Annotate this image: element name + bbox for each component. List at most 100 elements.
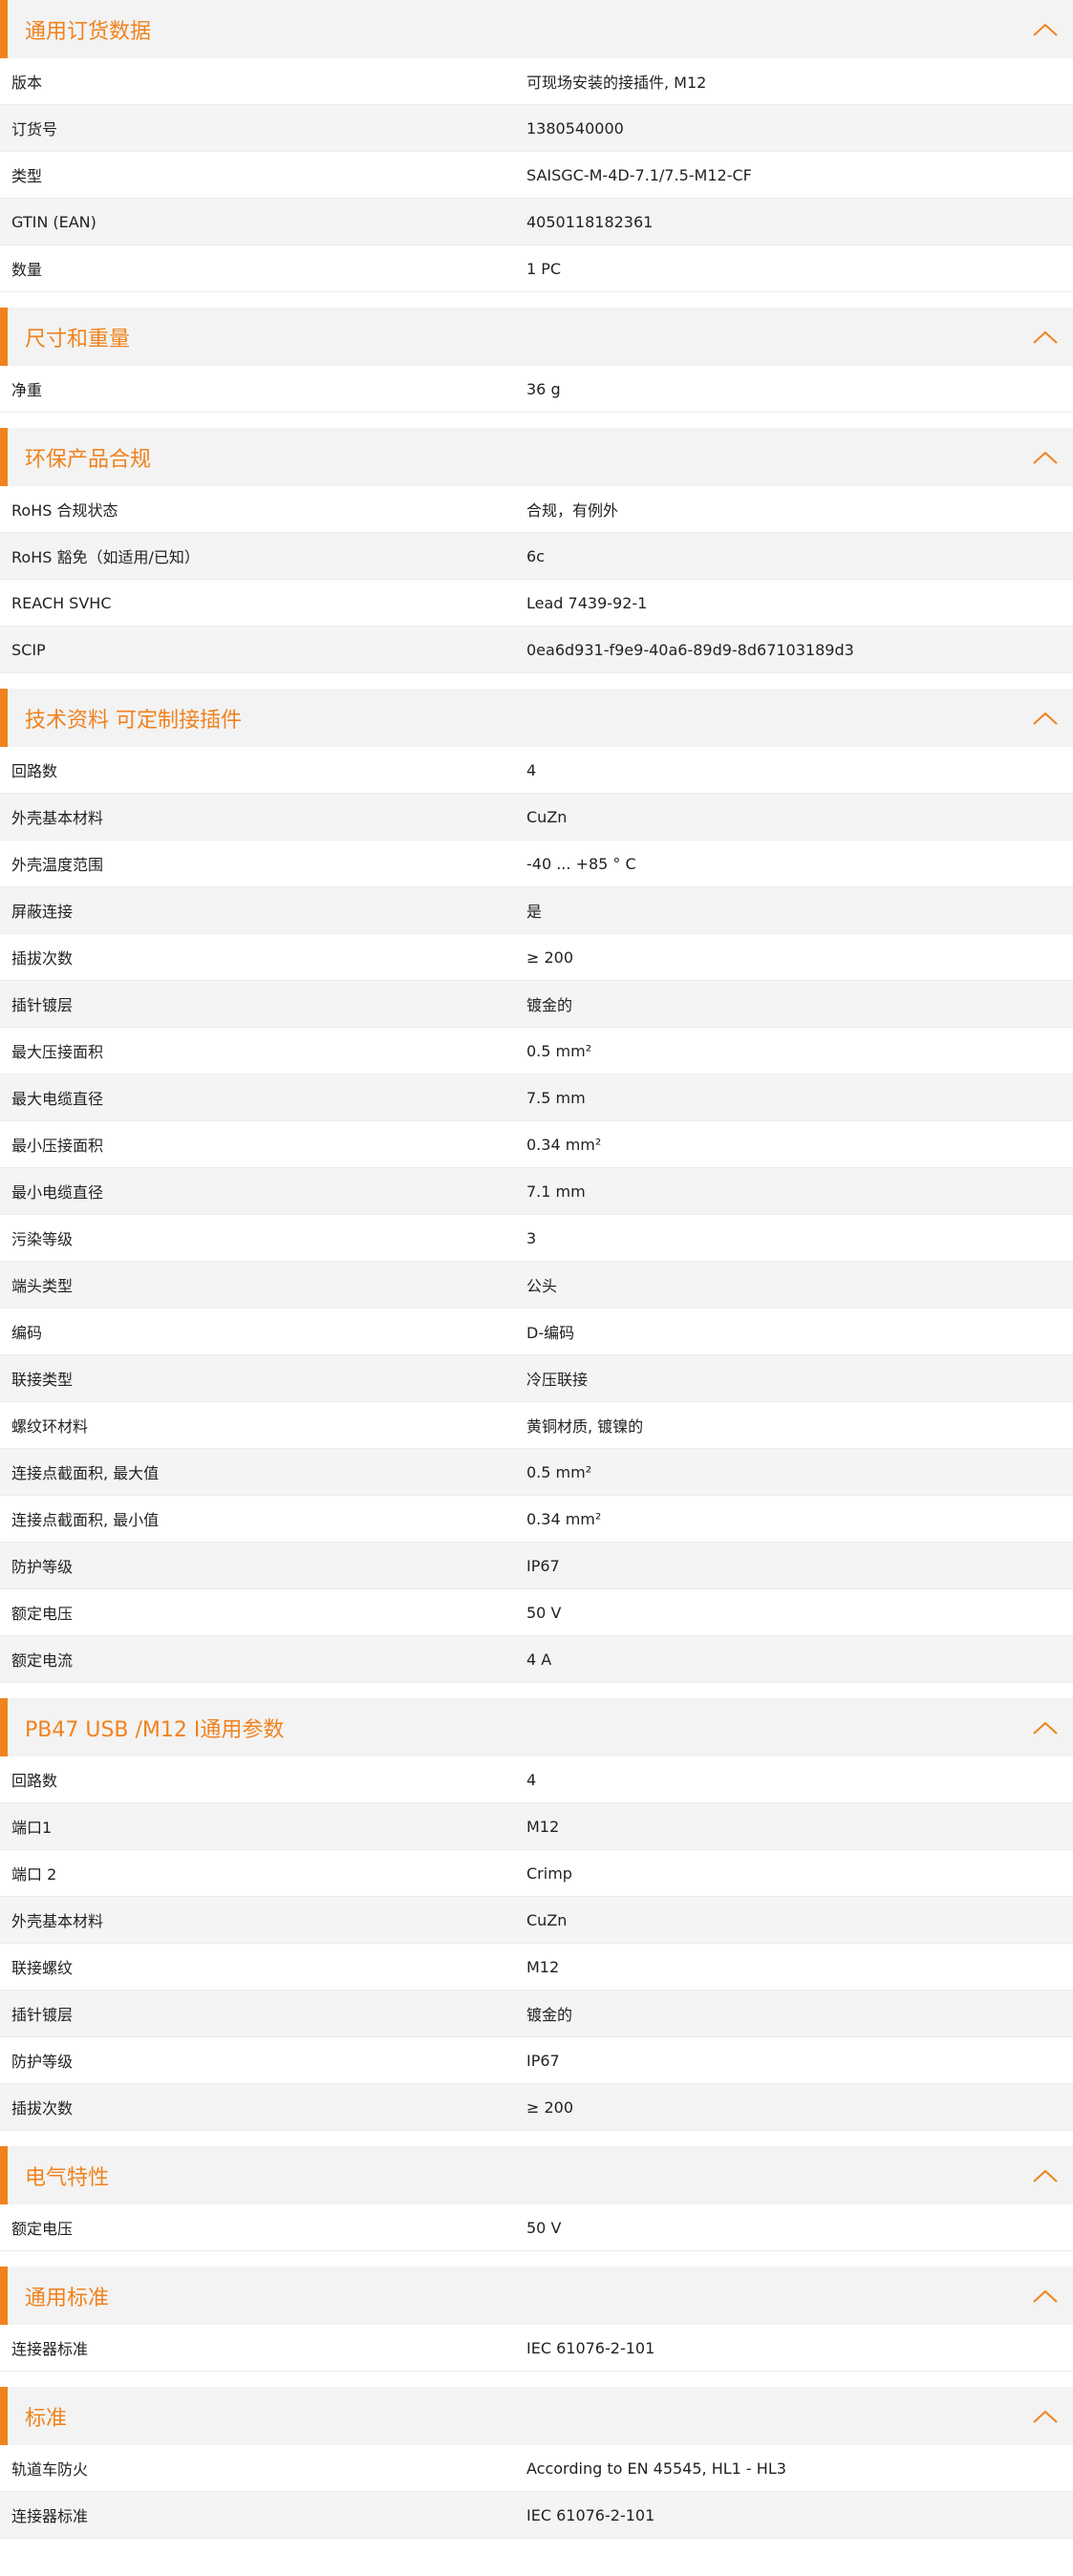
spec-row: SCIP 0ea6d931-f9e9-40a6-89d9-8d67103189d3 [0,627,1073,673]
spec-row: 插拔次数 ≥ 200 [0,2084,1073,2131]
spec-row: GTIN (EAN) 4050118182361 [0,199,1073,245]
spec-value: 0.5 mm² [526,1041,592,1060]
spec-label: 订货号 [11,120,58,138]
spec-value: Lead 7439-92-1 [526,593,648,612]
spec-label: 防护等级 [11,1558,74,1576]
section-2: 环保产品合规 RoHS 合规状态 合规，有例外 RoHS 豁免（如适用/已知） 6c RE… [0,428,1073,673]
spec-label: 插针镀层 [11,996,74,1014]
spec-row: 净重 36 g [0,366,1073,413]
chevron-up-icon[interactable] [1031,328,1060,347]
section-title: 通用订货数据 [25,19,152,44]
section-header[interactable]: 标准 [0,2387,1073,2445]
section-title: PB47 USB /M12 I通用参数 [25,1717,285,1742]
spec-label: 端口1 [11,1819,53,1837]
section-body: RoHS 合规状态 合规，有例外 RoHS 豁免（如适用/已知） 6c REACH SV… [0,486,1073,673]
spec-label: 联接类型 [11,1371,74,1389]
section-title: 标准 [25,2406,68,2431]
spec-row: 外壳温度范围 -40 ... +85 ° C [0,841,1073,887]
spec-row: 屏蔽连接 是 [0,887,1073,934]
chevron-up-icon[interactable] [1031,1718,1060,1737]
spec-label: 最大电缆直径 [11,1090,104,1108]
spec-value: According to EN 45545, HL1 - HL3 [526,2459,786,2478]
spec-value: 4 [526,1770,537,1789]
section-header[interactable]: 通用订货数据 [0,0,1073,58]
chevron-up-icon[interactable] [1031,2166,1060,2185]
spec-row: 防护等级 IP67 [0,1543,1073,1589]
spec-label: SCIP [11,640,46,659]
spec-row: 订货号 1380540000 [0,105,1073,152]
spec-value: 50 V [526,1603,562,1622]
section-header[interactable]: 通用标准 [0,2267,1073,2325]
spec-value: 可现场安装的接插件, M12 [526,74,707,92]
spec-row: 版本 可现场安装的接插件, M12 [0,58,1073,105]
spec-label: 端口 2 [11,1865,57,1884]
section-header[interactable]: 电气特性 [0,2146,1073,2204]
chevron-up-icon[interactable] [1031,448,1060,467]
spec-row: 连接器标准 IEC 61076-2-101 [0,2492,1073,2539]
chevron-up-icon[interactable] [1031,2287,1060,2306]
spec-label: 插针镀层 [11,2006,74,2024]
spec-label: 屏蔽连接 [11,903,74,921]
spec-label: 回路数 [11,762,58,780]
spec-row: 插针镀层 镀金的 [0,981,1073,1028]
spec-value: D-编码 [526,1324,575,1342]
spec-row: 联接类型 冷压联接 [0,1355,1073,1402]
spec-row: 最小电缆直径 7.1 mm [0,1168,1073,1215]
spec-value: M12 [526,1957,560,1976]
spec-label: 额定电压 [11,1605,74,1623]
section-title: 通用标准 [25,2286,110,2310]
section-3: 技术资料 可定制接插件 回路数 4 外壳基本材料 CuZn 外壳温度范围 -40 ... +… [0,689,1073,1683]
spec-label: 连接器标准 [11,2340,89,2358]
section-7: 标准轨道车防火 According to EN 45545, HL1 - HL3 连… [0,2387,1073,2539]
chevron-up-icon[interactable] [1031,2407,1060,2426]
section-header[interactable]: 环保产品合规 [0,428,1073,486]
spec-row: 回路数 4 [0,1756,1073,1803]
spec-row: 连接点截面积, 最大值 0.5 mm² [0,1449,1073,1496]
spec-label: 额定电压 [11,2220,74,2238]
section-header[interactable]: 技术资料 可定制接插件 [0,689,1073,747]
section-4: PB47 USB /M12 I通用参数 回路数 4 端口1 M12 端口 2 Crimp 外壳… [0,1698,1073,2131]
spec-row: 回路数 4 [0,747,1073,794]
spec-value: 50 V [526,2218,562,2237]
spec-value: 1 PC [526,259,562,278]
spec-label: 额定电流 [11,1651,74,1670]
spec-value: IEC 61076-2-101 [526,2338,655,2357]
spec-row: RoHS 合规状态 合规，有例外 [0,486,1073,533]
section-header[interactable]: PB47 USB /M12 I通用参数 [0,1698,1073,1756]
spec-value: 合规，有例外 [526,501,619,520]
chevron-up-icon[interactable] [1031,20,1060,39]
chevron-up-icon[interactable] [1031,709,1060,728]
section-header[interactable]: 尺寸和重量 [0,308,1073,366]
spec-value: 7.1 mm [526,1182,586,1201]
spec-row: 插针镀层 镀金的 [0,1991,1073,2037]
spec-label: 连接点截面积, 最大值 [11,1464,160,1482]
spec-value: 3 [526,1228,537,1247]
section-body: 回路数 4 端口1 M12 端口 2 Crimp 外壳基本材料 CuZn 联接螺纹 M12 插针镀层… [0,1756,1073,2131]
spec-row: 外壳基本材料 CuZn [0,1897,1073,1944]
section-body: 净重 36 g [0,366,1073,413]
spec-value: IP67 [526,2051,560,2070]
spec-value: 镀金的 [526,996,573,1014]
spec-label: 螺纹环材料 [11,1417,89,1436]
spec-row: 防护等级 IP67 [0,2037,1073,2084]
spec-value: -40 ... +85 ° C [526,854,636,873]
spec-value: 公头 [526,1277,558,1295]
spec-value: M12 [526,1817,560,1836]
spec-row: 编码 D-编码 [0,1309,1073,1355]
spec-row: 外壳基本材料 CuZn [0,794,1073,841]
spec-row: 连接器标准 IEC 61076-2-101 [0,2325,1073,2372]
spec-value: 1380540000 [526,118,624,138]
spec-sheet: 通用订货数据 版本 可现场安装的接插件, M12 订货号 1380540000 类型 SAI… [0,0,1073,2539]
spec-value: 7.5 mm [526,1088,586,1107]
spec-label: 外壳温度范围 [11,856,104,874]
spec-value: 0ea6d931-f9e9-40a6-89d9-8d67103189d3 [526,640,854,659]
spec-row: 额定电压 50 V [0,2204,1073,2251]
spec-value: CuZn [526,807,568,826]
spec-label: 连接点截面积, 最小值 [11,1511,160,1529]
spec-value: SAISGC-M-4D-7.1/7.5-M12-CF [526,165,752,184]
spec-value: 0.5 mm² [526,1462,592,1481]
section-body: 轨道车防火 According to EN 45545, HL1 - HL3 连接器… [0,2445,1073,2539]
spec-label: GTIN (EAN) [11,212,97,231]
spec-label: 编码 [11,1324,43,1342]
spec-value: IEC 61076-2-101 [526,2505,655,2524]
